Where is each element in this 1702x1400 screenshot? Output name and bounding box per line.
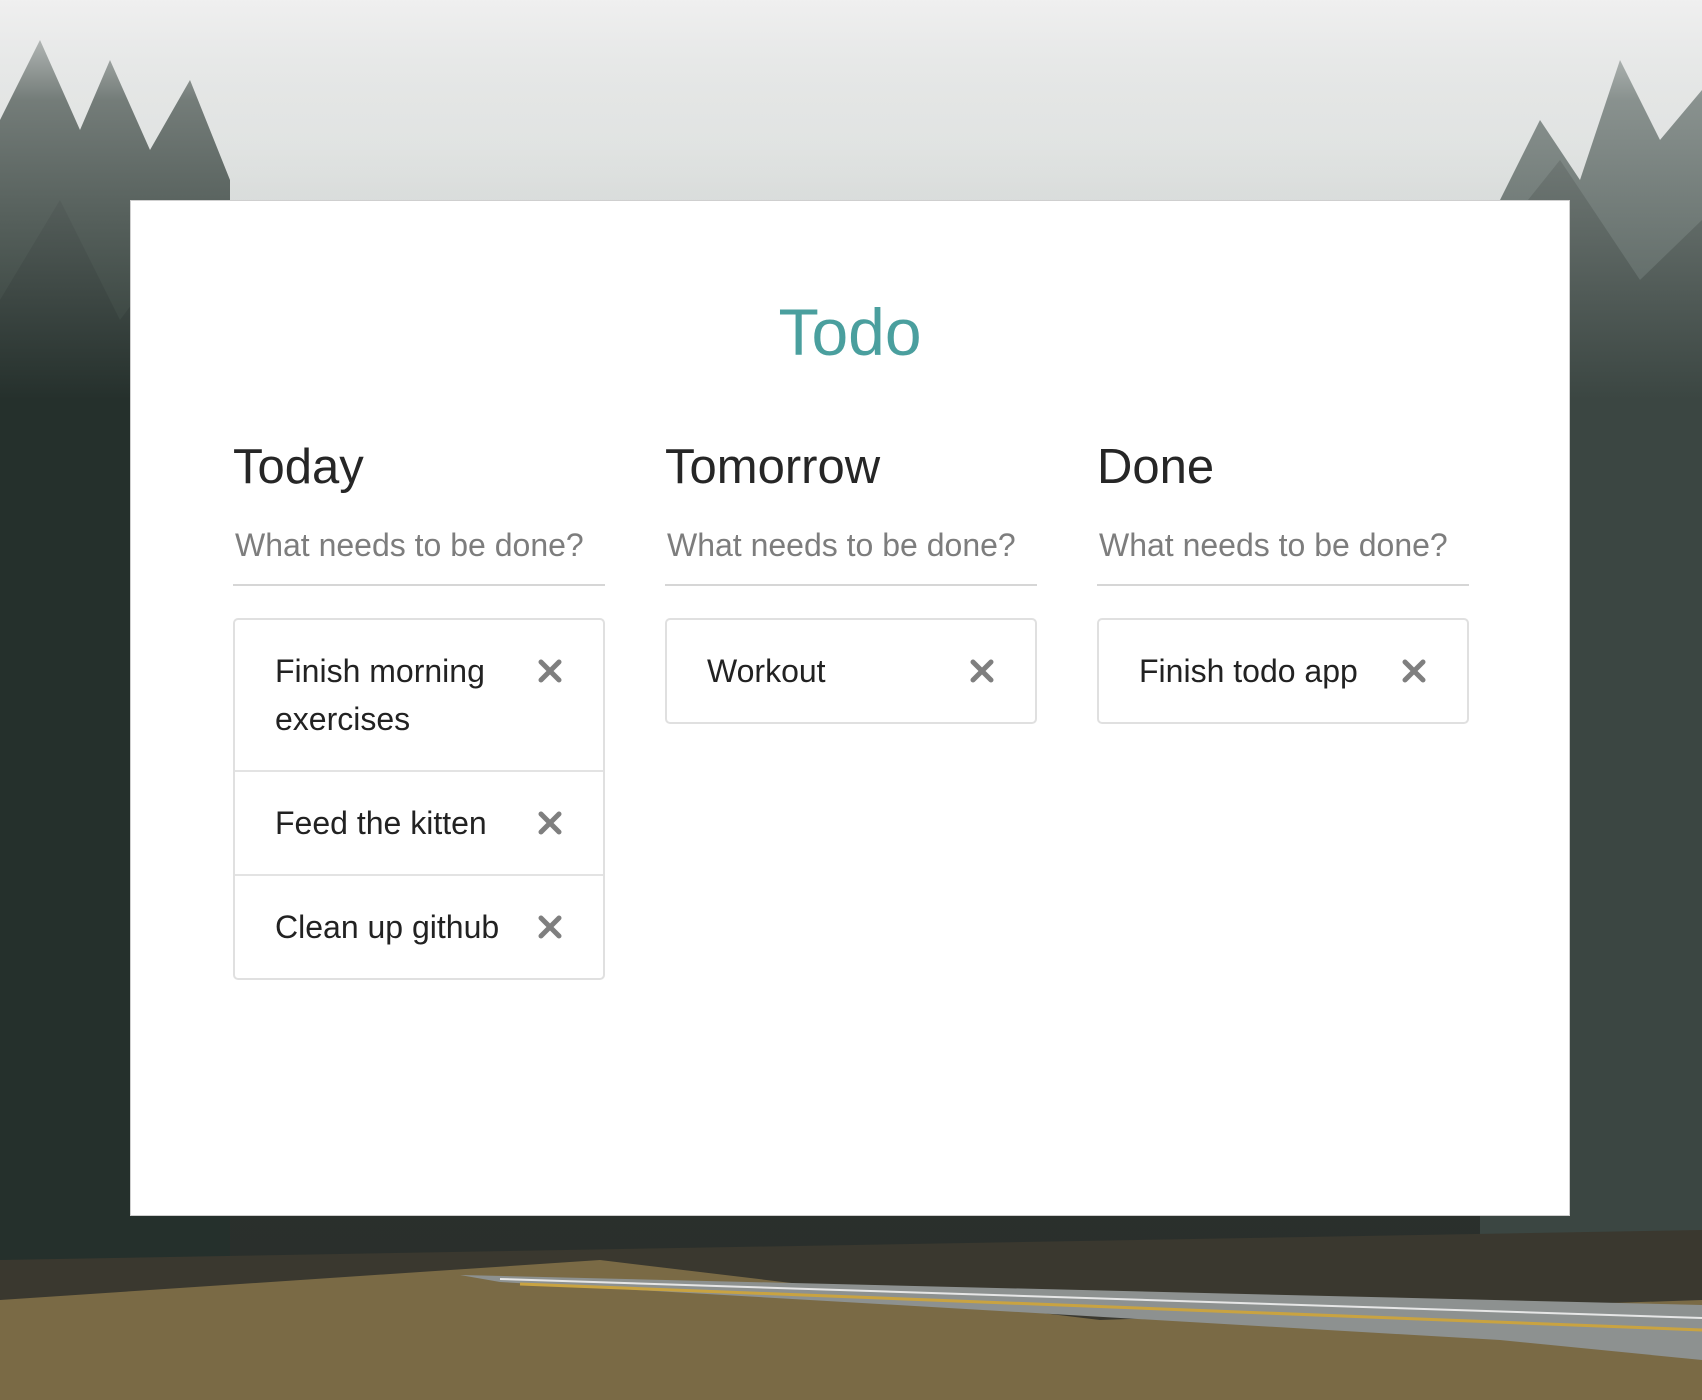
todo-item-text: Finish morning exercises bbox=[275, 653, 485, 737]
new-todo-input[interactable] bbox=[233, 527, 605, 586]
new-todo-input[interactable] bbox=[665, 527, 1037, 586]
delete-todo-button[interactable] bbox=[1401, 658, 1427, 684]
todo-item: Finish morning exercises bbox=[235, 620, 603, 770]
app-background: Todo Today Finish morning exercises Feed… bbox=[0, 0, 1702, 1400]
new-todo-input[interactable] bbox=[1097, 527, 1469, 586]
app-title: Todo bbox=[778, 295, 922, 369]
column-today: Today Finish morning exercises Feed the … bbox=[233, 443, 605, 980]
todo-list: Workout bbox=[665, 618, 1037, 724]
close-icon bbox=[1402, 659, 1426, 683]
todo-item-text: Clean up github bbox=[275, 909, 500, 945]
todo-item-text: Finish todo app bbox=[1139, 653, 1358, 689]
todo-item-text: Feed the kitten bbox=[275, 805, 487, 841]
close-icon bbox=[538, 659, 562, 683]
todo-item: Workout bbox=[667, 620, 1035, 722]
close-icon bbox=[538, 915, 562, 939]
column-done: Done Finish todo app bbox=[1097, 443, 1469, 724]
todo-item-text: Workout bbox=[707, 653, 826, 689]
todo-list: Finish todo app bbox=[1097, 618, 1469, 724]
todo-item: Feed the kitten bbox=[235, 770, 603, 874]
delete-todo-button[interactable] bbox=[537, 810, 563, 836]
todo-item: Clean up github bbox=[235, 874, 603, 978]
column-title: Tomorrow bbox=[665, 440, 881, 494]
todo-card: Todo Today Finish morning exercises Feed… bbox=[130, 200, 1570, 1216]
delete-todo-button[interactable] bbox=[969, 658, 995, 684]
column-title: Today bbox=[233, 440, 364, 494]
delete-todo-button[interactable] bbox=[537, 658, 563, 684]
todo-item: Finish todo app bbox=[1099, 620, 1467, 722]
column-title: Done bbox=[1097, 440, 1215, 494]
todo-list: Finish morning exercises Feed the kitten bbox=[233, 618, 605, 980]
delete-todo-button[interactable] bbox=[537, 914, 563, 940]
close-icon bbox=[538, 811, 562, 835]
column-tomorrow: Tomorrow Workout bbox=[665, 443, 1037, 724]
close-icon bbox=[970, 659, 994, 683]
